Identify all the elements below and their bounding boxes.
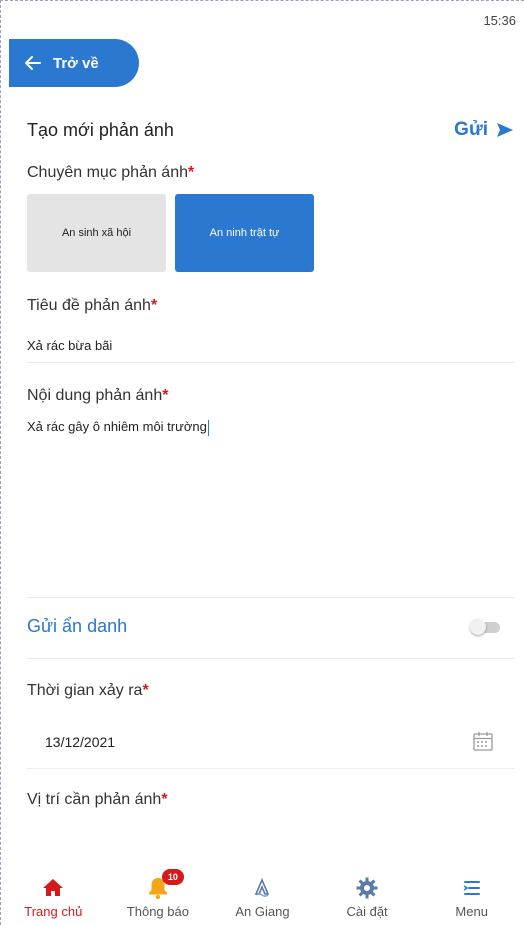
calendar-icon[interactable] bbox=[472, 730, 494, 752]
category-options: An sinh xã hội An ninh trật tự bbox=[27, 194, 314, 272]
status-time: 15:36 bbox=[483, 13, 516, 28]
arrow-left-icon bbox=[25, 56, 41, 70]
nav-item-menu[interactable]: Menu bbox=[419, 867, 524, 925]
location-field-label: Vị trí cần phản ánh* bbox=[27, 791, 168, 809]
nav-label-notifications: Thông báo bbox=[126, 904, 189, 919]
divider bbox=[27, 597, 514, 598]
required-mark: * bbox=[142, 682, 149, 699]
toggle-knob bbox=[470, 619, 486, 635]
time-field-label-text: Thời gian xảy ra bbox=[27, 682, 143, 699]
date-input[interactable]: 13/12/2021 bbox=[45, 734, 115, 750]
required-mark: * bbox=[150, 297, 158, 314]
menu-icon bbox=[463, 881, 480, 895]
content-textarea[interactable]: Xả rác gây ô nhiêm môi trường bbox=[27, 419, 514, 589]
anonymous-label: Gửi ẩn danh bbox=[27, 616, 128, 636]
content-text: Xả rác gây ô nhiêm môi trường bbox=[27, 419, 207, 434]
divider bbox=[27, 362, 514, 363]
bottom-nav: Trang chủ 10 Thông báo An Giang Cài đặt … bbox=[1, 867, 524, 925]
back-button[interactable]: Trở về bbox=[9, 39, 139, 87]
nav-item-settings[interactable]: Cài đặt bbox=[315, 867, 420, 925]
required-mark: * bbox=[188, 164, 195, 181]
nav-item-notifications[interactable]: 10 Thông báo bbox=[106, 867, 211, 925]
divider bbox=[27, 768, 514, 769]
divider bbox=[27, 658, 514, 659]
title-row: Tạo mới phản ánh Gửi bbox=[27, 116, 514, 144]
nav-label-menu: Menu bbox=[455, 904, 488, 919]
an-giang-logo-icon bbox=[255, 877, 270, 897]
category-option-an-sinh-xa-hoi[interactable]: An sinh xã hội bbox=[27, 194, 166, 272]
text-cursor bbox=[207, 419, 209, 436]
back-label: Trở về bbox=[53, 54, 99, 72]
nav-label-an-giang: An Giang bbox=[235, 904, 290, 919]
category-option-an-ninh-trat-tu[interactable]: An ninh trật tự bbox=[175, 194, 314, 272]
title-field-label: Tiêu đề phản ánh* bbox=[27, 297, 157, 315]
content-field-label: Nội dung phản ánh* bbox=[27, 387, 168, 405]
send-button[interactable]: Gửi bbox=[454, 119, 514, 141]
send-label: Gửi bbox=[454, 119, 488, 140]
nav-label-home: Trang chủ bbox=[24, 904, 83, 919]
notification-badge: 10 bbox=[161, 869, 184, 885]
category-label: Chuyên mục phản ánh* bbox=[27, 164, 194, 182]
required-mark: * bbox=[161, 791, 168, 808]
time-field-label: Thời gian xảy ra* bbox=[27, 682, 149, 700]
content-field-label-text: Nội dung phản ánh bbox=[27, 387, 163, 404]
send-icon bbox=[497, 123, 513, 137]
location-field-label-text: Vị trí cần phản ánh bbox=[27, 791, 162, 808]
app-screen: 15:36 Trở về Tạo mới phản ánh Gửi Chuyên… bbox=[0, 0, 524, 925]
nav-item-home[interactable]: Trang chủ bbox=[1, 867, 106, 925]
nav-item-an-giang[interactable]: An Giang bbox=[210, 867, 315, 925]
status-bar: 15:36 bbox=[1, 1, 524, 35]
page-title: Tạo mới phản ánh bbox=[27, 119, 174, 140]
anonymous-toggle[interactable] bbox=[470, 619, 500, 635]
required-mark: * bbox=[162, 387, 169, 404]
category-label-text: Chuyên mục phản ánh bbox=[27, 164, 188, 181]
title-input[interactable]: Xả rác bừa bãi bbox=[27, 338, 112, 353]
gear-icon bbox=[356, 877, 378, 899]
nav-label-settings: Cài đặt bbox=[346, 904, 388, 919]
title-field-label-text: Tiêu đề phản ánh bbox=[27, 297, 151, 314]
home-icon bbox=[43, 879, 64, 896]
